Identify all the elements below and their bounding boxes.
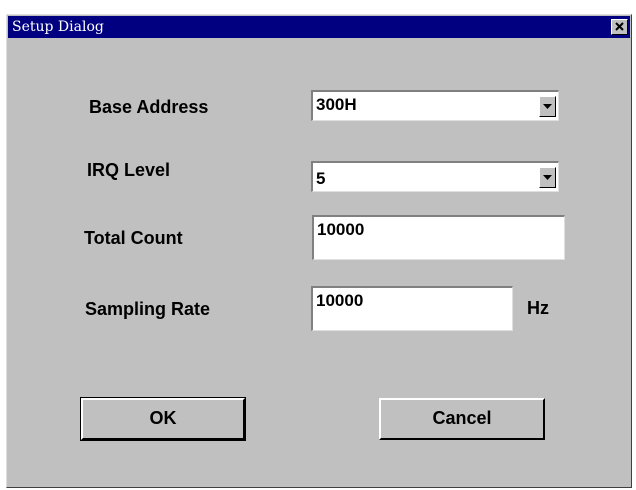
close-button[interactable] (611, 19, 628, 35)
total-count-value: 10000 (317, 220, 365, 239)
chevron-down-icon (543, 104, 552, 109)
cancel-button[interactable]: Cancel (379, 398, 545, 440)
sampling-rate-unit: Hz (527, 298, 549, 318)
setup-dialog: Setup Dialog Base Address 300H IRQ Level… (6, 14, 632, 488)
total-count-field[interactable]: 10000 (312, 215, 565, 260)
ok-button[interactable]: OK (80, 397, 246, 441)
irq-level-select[interactable]: 5 (311, 161, 559, 192)
close-icon (615, 22, 624, 31)
irq-level-label: IRQ Level (87, 160, 171, 180)
irq-level-dropdown-button[interactable] (539, 167, 556, 188)
sampling-rate-field[interactable]: 10000 (311, 286, 513, 331)
base-address-dropdown-button[interactable] (539, 96, 556, 117)
base-address-label: Base Address (89, 97, 209, 117)
chevron-down-icon (543, 175, 552, 180)
window-title: Setup Dialog (12, 19, 104, 35)
base-address-value: 300H (316, 95, 357, 114)
irq-level-value: 5 (316, 169, 326, 188)
sampling-rate-value: 10000 (316, 291, 364, 310)
base-address-select[interactable]: 300H (311, 90, 559, 121)
total-count-label: Total Count (84, 228, 183, 248)
title-bar[interactable]: Setup Dialog (8, 16, 630, 38)
sampling-rate-label: Sampling Rate (85, 299, 211, 319)
